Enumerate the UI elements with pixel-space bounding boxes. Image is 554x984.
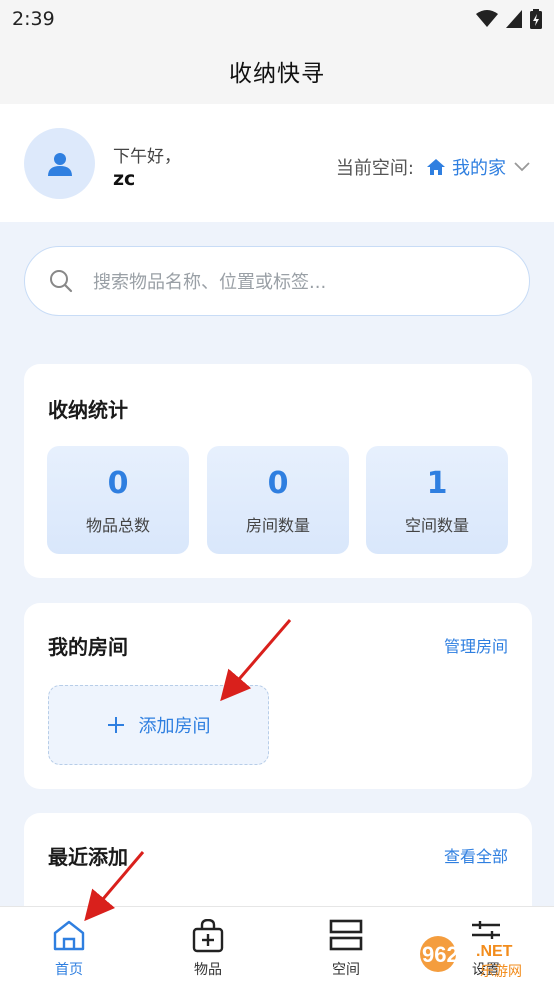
svg-text:962: 962 [422,942,459,967]
add-room-label: 添加房间 [138,716,211,737]
view-all-link[interactable]: 查看全部 [444,843,508,867]
rooms-card: 我的房间 管理房间 添加房间 [24,603,532,789]
space-selector[interactable]: 当前空间: 我的家 [336,154,530,180]
signal-icon [506,10,522,28]
battery-icon [530,9,542,29]
tab-label: 首页 [55,962,83,978]
app-bar: 收纳快寻 [0,38,554,104]
status-bar: 2:39 [0,0,554,38]
username: zc [113,168,136,190]
add-room-button[interactable]: 添加房间 [48,685,269,765]
status-time: 2:39 [12,8,55,30]
stat-label: 房间数量 [245,516,310,535]
home-icon [427,159,445,175]
stat-room-count[interactable]: 0 房间数量 [207,446,349,554]
search-input[interactable]: 搜索物品名称、位置或标签... [24,246,530,316]
stats-title: 收纳统计 [48,398,128,422]
page-title: 收纳快寻 [229,61,325,87]
watermark-logo: 962 .NET 乐游网 [418,930,550,980]
rooms-title: 我的房间 [48,635,128,659]
plus-icon [107,717,124,733]
greeting-text: 下午好， [113,147,181,167]
user-header: 下午好， zc 当前空间: 我的家 [0,104,554,222]
tab-items[interactable]: 物品 [163,907,253,984]
chevron-down-icon [514,162,530,172]
stat-value: 0 [267,466,289,501]
svg-text:.NET: .NET [476,943,513,960]
stat-label: 物品总数 [85,516,150,535]
avatar[interactable] [24,128,95,199]
tab-home[interactable]: 首页 [24,907,114,984]
tab-label: 空间 [332,962,360,978]
layers-icon [329,919,363,951]
stat-item-count[interactable]: 0 物品总数 [47,446,189,554]
home-icon [53,920,85,951]
tab-spaces[interactable]: 空间 [301,907,391,984]
svg-text:乐游网: 乐游网 [480,963,522,979]
stat-value: 0 [107,466,129,501]
stat-space-count[interactable]: 1 空间数量 [366,446,508,554]
recent-title: 最近添加 [48,845,128,869]
manage-rooms-link[interactable]: 管理房间 [444,633,508,657]
system-indicators [476,9,542,29]
search-placeholder: 搜索物品名称、位置或标签... [93,272,327,293]
space-name: 我的家 [452,158,506,179]
wifi-icon [476,10,498,27]
stat-value: 1 [426,466,448,501]
search-icon [50,270,73,293]
tab-label: 物品 [194,962,222,978]
bag-plus-icon [192,919,224,953]
user-icon [47,152,72,176]
stat-label: 空间数量 [404,516,469,535]
stats-card: 收纳统计 0 物品总数 0 房间数量 1 空间数量 [24,364,532,578]
space-label: 当前空间: [335,158,414,179]
